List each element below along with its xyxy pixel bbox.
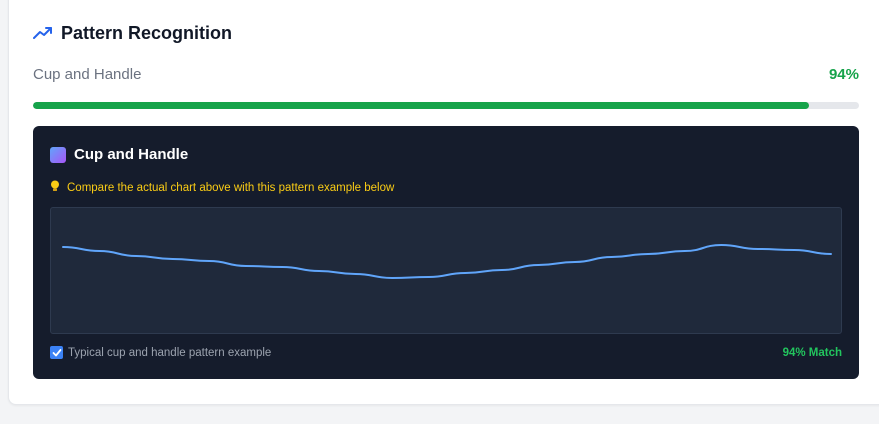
caption-checkbox[interactable] xyxy=(50,346,63,359)
card-header: Pattern Recognition xyxy=(33,22,232,44)
match-label: 94% Match xyxy=(782,346,842,359)
hint-text: Compare the actual chart above with this… xyxy=(67,181,395,194)
pattern-confidence: 94% xyxy=(828,66,859,83)
pattern-name: Cup and Handle xyxy=(33,66,142,83)
compare-hint: Compare the actual chart above with this… xyxy=(50,180,394,195)
pattern-example-panel: Cup and Handle Compare the actual chart … xyxy=(33,126,859,379)
panel-footer: Typical cup and handle pattern example 9… xyxy=(50,346,842,359)
pattern-chart xyxy=(50,207,842,334)
confidence-progress-bar xyxy=(33,102,859,109)
lightbulb-icon xyxy=(50,180,60,195)
pattern-chart-svg xyxy=(62,244,832,279)
caption-row: Typical cup and handle pattern example xyxy=(50,346,271,359)
trending-up-icon xyxy=(33,25,53,41)
pattern-summary-row: Cup and Handle 94% xyxy=(33,66,859,83)
panel-title: Cup and Handle xyxy=(74,146,189,163)
panel-header: Cup and Handle xyxy=(50,146,188,163)
pattern-series-line xyxy=(62,244,832,279)
caption-text: Typical cup and handle pattern example xyxy=(68,346,272,359)
card-title: Pattern Recognition xyxy=(61,22,233,43)
confidence-progress-fill xyxy=(33,102,810,109)
gradient-square-icon xyxy=(50,146,66,163)
